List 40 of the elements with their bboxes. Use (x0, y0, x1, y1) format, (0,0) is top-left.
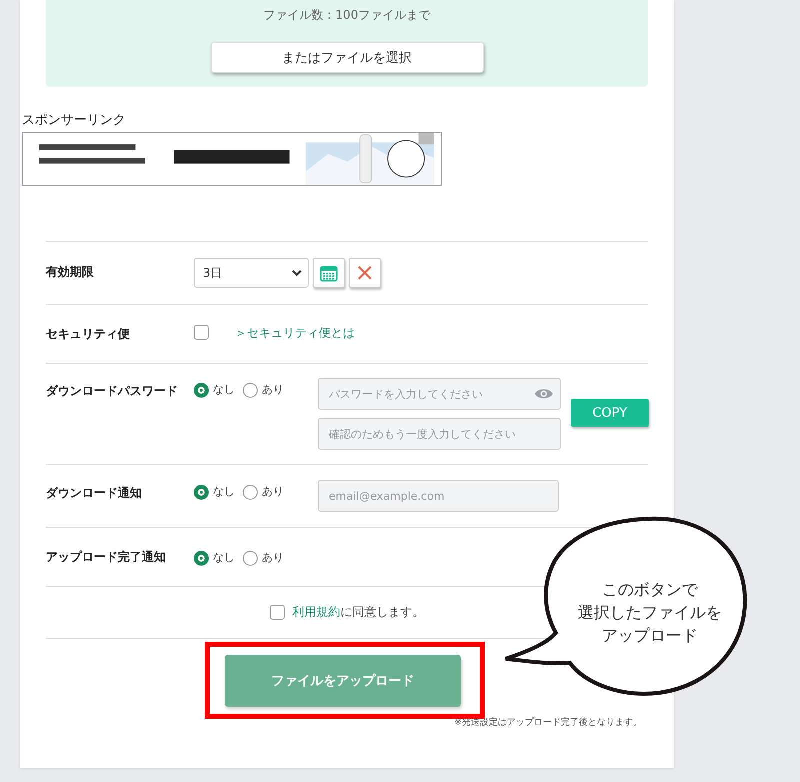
checkbox[interactable] (270, 605, 284, 620)
callout-text: このボタンで (602, 579, 698, 601)
setting-label: セキュリティ便 (46, 326, 131, 343)
callout-text: 選択したファイルを (578, 602, 722, 624)
eye-icon[interactable] (534, 387, 554, 401)
choose-file-button[interactable]: またはファイルを選択 (210, 42, 484, 73)
chevron-icon (292, 270, 302, 276)
confirm-password-field[interactable]: 確認のためもう一度入力してください (318, 418, 561, 450)
setting-label: アップロード完了通知 (46, 549, 167, 566)
setting-label: ダウンロード通知 (46, 485, 143, 502)
radio-label: あり (262, 382, 284, 396)
radio-label: なし (213, 382, 235, 396)
email-field[interactable]: email@example.com (318, 480, 559, 512)
copy-button[interactable]: COPY (571, 399, 649, 427)
sponsor-label: スポンサーリンク (22, 112, 127, 129)
radio-button[interactable] (194, 383, 209, 398)
radio-button[interactable] (194, 551, 209, 566)
calendar-button[interactable] (313, 258, 345, 288)
checkbox[interactable] (194, 325, 209, 340)
help-link[interactable]: ＞セキュリティ便とは (235, 325, 355, 342)
terms-link[interactable]: 利用規約 (292, 605, 340, 619)
radio-button[interactable] (243, 485, 258, 500)
radio-button[interactable] (194, 485, 209, 500)
radio-button[interactable] (243, 551, 258, 566)
upload-button[interactable]: ファイルをアップロード (225, 655, 461, 707)
file-limit-note: ファイル数：100ファイルまで (264, 7, 430, 24)
radio-label: なし (213, 550, 235, 564)
password-field[interactable]: パスワードを入力してください (318, 378, 561, 410)
close-icon (357, 265, 373, 281)
terms-text: 利用規約に同意します。 (292, 604, 424, 621)
setting-label: ダウンロードパスワード (46, 383, 179, 400)
calendar-icon (320, 264, 338, 282)
setting-label: 有効期限 (46, 264, 95, 281)
radio-button[interactable] (243, 383, 258, 398)
radio-label: なし (213, 484, 235, 498)
clear-button[interactable] (349, 258, 381, 288)
radio-label: あり (262, 550, 284, 564)
callout-text: アップロード (602, 625, 698, 647)
expiry-select[interactable]: 3日 (194, 258, 309, 288)
radio-label: あり (262, 484, 284, 498)
